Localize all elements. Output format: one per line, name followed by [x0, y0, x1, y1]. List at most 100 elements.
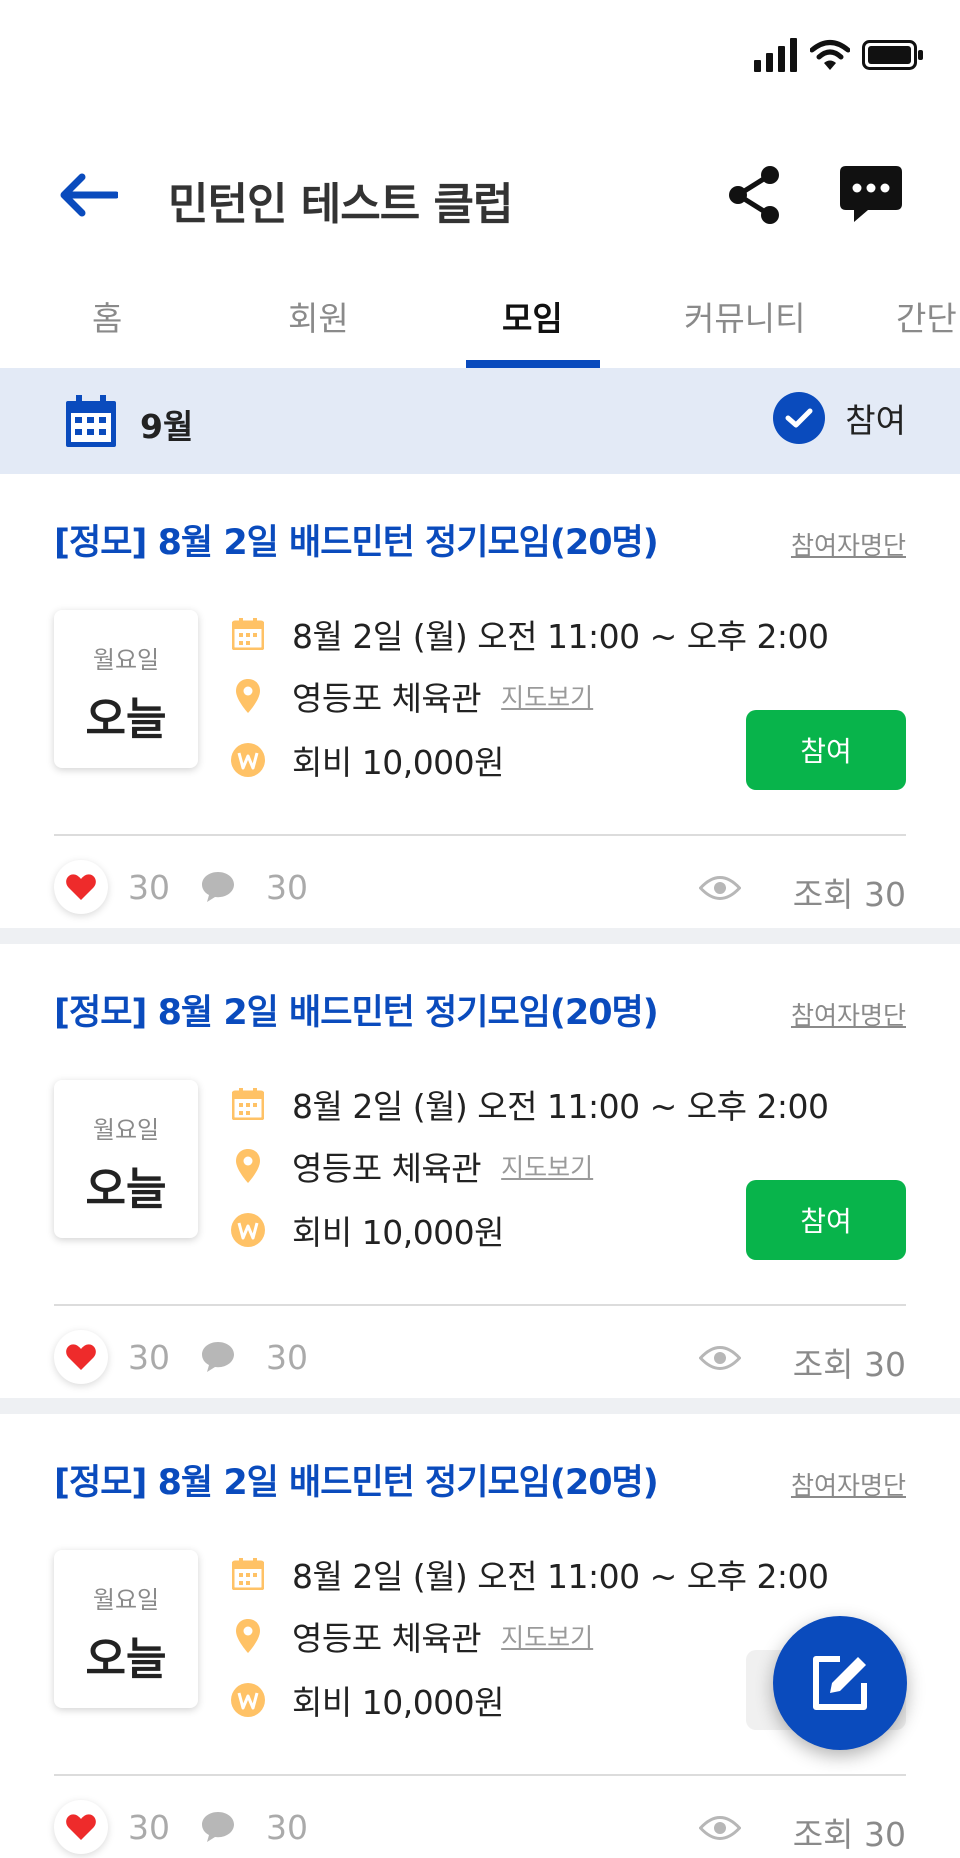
place-row: 영등포 체육관 지도보기: [230, 1142, 593, 1190]
meeting-place: 영등포 체육관: [292, 1619, 482, 1658]
page-title: 민턴인 테스트 클럽: [168, 179, 513, 230]
like-count: 30: [128, 868, 170, 907]
eye-icon: [698, 874, 742, 906]
view-count: 조회 30: [792, 1345, 906, 1384]
tab-more[interactable]: 간단: [896, 292, 957, 340]
like-button[interactable]: [54, 1330, 108, 1384]
meeting-card[interactable]: [정모] 8월 2일 배드민턴 정기모임(20명) 참여자명단 월요일 오늘 8…: [0, 944, 960, 1400]
status-icons: [754, 38, 924, 72]
card-stats: 30 30 조회 30: [54, 858, 906, 918]
meeting-datetime: 8월 2일 (월) 오전 11:00 ~ 오후 2:00: [292, 1557, 829, 1596]
datetime-row: 8월 2일 (월) 오전 11:00 ~ 오후 2:00: [230, 1080, 829, 1128]
joined-filter-toggle[interactable]: 참여: [773, 392, 906, 444]
place-row: 영등포 체육관 지도보기: [230, 672, 593, 720]
back-button[interactable]: [56, 170, 126, 220]
day-of-week: 월요일: [92, 1116, 160, 1144]
comment-count: 30: [266, 1808, 308, 1847]
won-icon: [230, 1682, 266, 1718]
meeting-fee: 회비 10,000원: [292, 1213, 505, 1252]
write-fab-button[interactable]: [773, 1616, 907, 1750]
check-icon: [773, 392, 826, 444]
meeting-title[interactable]: [정모] 8월 2일 배드민턴 정기모임(20명): [54, 984, 659, 1035]
fee-row: 회비 10,000원: [230, 736, 505, 784]
calendar-icon: [230, 1086, 266, 1122]
like-count: 30: [128, 1338, 170, 1377]
card-separator: [0, 928, 960, 944]
joined-filter-label: 참여: [845, 401, 906, 440]
month-filter-bar: 9월 참여: [0, 368, 960, 474]
map-link[interactable]: 지도보기: [501, 1618, 593, 1654]
wifi-icon: [810, 40, 850, 70]
app-header: 민턴인 테스트 클럽: [0, 150, 960, 240]
participants-link[interactable]: 참여자명단: [791, 526, 906, 562]
view-count: 조회 30: [792, 1815, 906, 1854]
map-link[interactable]: 지도보기: [501, 1148, 593, 1184]
datetime-row: 8월 2일 (월) 오전 11:00 ~ 오후 2:00: [230, 610, 829, 658]
chat-icon: [840, 166, 902, 222]
tab-home[interactable]: 홈: [92, 292, 122, 340]
status-bar: [0, 0, 960, 110]
card-stats: 30 30 조회 30: [54, 1328, 906, 1388]
meeting-title[interactable]: [정모] 8월 2일 배드민턴 정기모임(20명): [54, 514, 659, 565]
share-button[interactable]: [726, 164, 782, 226]
participants-link[interactable]: 참여자명단: [791, 1466, 906, 1502]
won-icon: [230, 742, 266, 778]
like-button[interactable]: [54, 1800, 108, 1854]
heart-icon: [66, 1344, 96, 1370]
calendar-icon: [230, 1556, 266, 1592]
meeting-place: 영등포 체육관: [292, 1149, 482, 1188]
month-picker-button[interactable]: [66, 395, 116, 451]
comment-icon[interactable]: [202, 1812, 234, 1846]
tab-members[interactable]: 회원: [288, 292, 349, 340]
like-button[interactable]: [54, 860, 108, 914]
date-badge: 월요일 오늘: [54, 1550, 198, 1708]
place-row: 영등포 체육관 지도보기: [230, 1612, 593, 1660]
card-divider: [54, 834, 906, 836]
meeting-card[interactable]: [정모] 8월 2일 배드민턴 정기모임(20명) 참여자명단 월요일 오늘 8…: [0, 474, 960, 930]
comment-icon[interactable]: [202, 1342, 234, 1376]
back-arrow-icon: [60, 173, 118, 217]
date-badge: 월요일 오늘: [54, 610, 198, 768]
pin-icon: [230, 1618, 266, 1654]
eye-icon: [698, 1344, 742, 1376]
day-label: 오늘: [85, 1634, 167, 1685]
chat-button[interactable]: [840, 166, 902, 222]
day-label: 오늘: [85, 694, 167, 745]
share-icon: [729, 166, 779, 224]
map-link[interactable]: 지도보기: [501, 678, 593, 714]
join-button[interactable]: 참여: [746, 1180, 906, 1260]
month-label[interactable]: 9월: [140, 400, 193, 448]
day-label: 오늘: [85, 1164, 167, 1215]
card-separator: [0, 1398, 960, 1414]
join-button[interactable]: 참여: [746, 710, 906, 790]
fee-row: 회비 10,000원: [230, 1676, 505, 1724]
meeting-title[interactable]: [정모] 8월 2일 배드민턴 정기모임(20명): [54, 1454, 659, 1505]
pin-icon: [230, 678, 266, 714]
tab-meetings[interactable]: 모임: [502, 292, 563, 340]
fee-row: 회비 10,000원: [230, 1206, 505, 1254]
eye-icon: [698, 1814, 742, 1846]
participants-link[interactable]: 참여자명단: [791, 996, 906, 1032]
meeting-fee: 회비 10,000원: [292, 1683, 505, 1722]
heart-icon: [66, 874, 96, 900]
calendar-icon: [230, 616, 266, 652]
datetime-row: 8월 2일 (월) 오전 11:00 ~ 오후 2:00: [230, 1550, 829, 1598]
day-of-week: 월요일: [92, 646, 160, 674]
tab-community[interactable]: 커뮤니티: [684, 292, 805, 340]
calendar-icon: [66, 395, 116, 447]
comment-count: 30: [266, 868, 308, 907]
active-tab-indicator: [466, 360, 600, 368]
date-badge: 월요일 오늘: [54, 1080, 198, 1238]
like-count: 30: [128, 1808, 170, 1847]
edit-icon: [813, 1656, 867, 1710]
signal-icon: [754, 38, 797, 72]
meeting-datetime: 8월 2일 (월) 오전 11:00 ~ 오후 2:00: [292, 617, 829, 656]
meeting-datetime: 8월 2일 (월) 오전 11:00 ~ 오후 2:00: [292, 1087, 829, 1126]
meeting-place: 영등포 체육관: [292, 679, 482, 718]
comment-count: 30: [266, 1338, 308, 1377]
meeting-fee: 회비 10,000원: [292, 743, 505, 782]
battery-icon: [862, 40, 923, 70]
comment-icon[interactable]: [202, 872, 234, 906]
pin-icon: [230, 1148, 266, 1184]
view-count: 조회 30: [792, 875, 906, 914]
